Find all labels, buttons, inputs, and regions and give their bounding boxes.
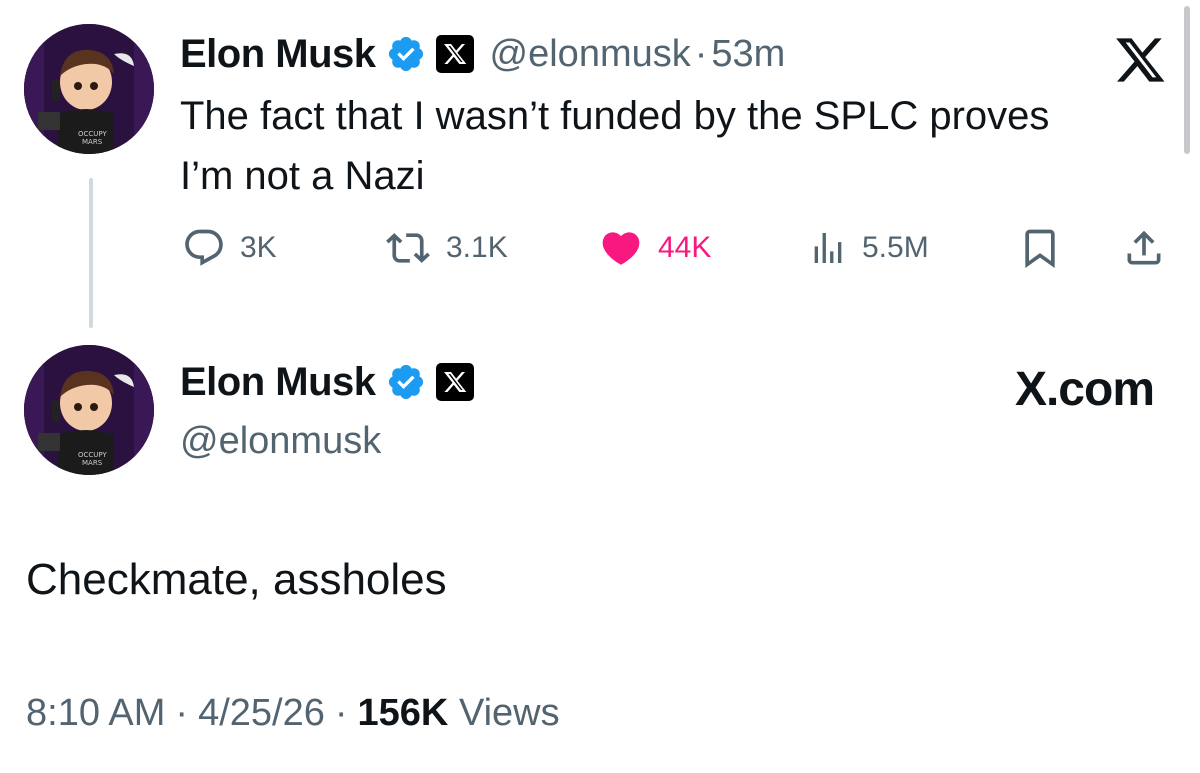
- reply-icon: [185, 229, 223, 266]
- author-handle[interactable]: @elonmusk: [180, 422, 381, 460]
- card-text: Checkmate, assholes: [26, 555, 447, 604]
- heart-icon: [602, 232, 640, 265]
- like-button[interactable]: 44K: [598, 226, 711, 270]
- repost-count: 3.1K: [446, 231, 508, 264]
- avatar-image: OCCUPY MARS: [24, 345, 154, 475]
- card-header: Elon Musk: [180, 362, 474, 402]
- repost-button[interactable]: 3.1K: [384, 226, 508, 270]
- x-logo-icon[interactable]: [1112, 34, 1168, 86]
- scrollbar[interactable]: [1184, 6, 1190, 154]
- separator-dot: ·: [334, 692, 348, 734]
- svg-text:MARS: MARS: [82, 459, 103, 467]
- views-count: 5.5M: [862, 231, 929, 264]
- like-count: 44K: [658, 231, 712, 264]
- separator-dot: ·: [694, 33, 708, 75]
- separator-dot: ·: [175, 692, 189, 734]
- reply-button[interactable]: 3K: [182, 226, 277, 270]
- reply-count: 3K: [240, 231, 277, 264]
- thread-connector-line: [89, 178, 93, 328]
- date[interactable]: 4/25/26: [198, 694, 325, 732]
- repost-icon: [386, 233, 430, 263]
- views-label: Views: [458, 692, 560, 734]
- tweet-header: Elon Musk @elonmusk · 53m: [180, 34, 785, 74]
- avatar[interactable]: OCCUPY MARS: [24, 345, 154, 475]
- tweet-meta: 8:10 AM · 4/25/26 · 156K Views: [26, 694, 560, 732]
- avatar[interactable]: OCCUPY MARS: [24, 24, 154, 154]
- tweet-text-line: I’m not a Nazi: [180, 154, 425, 198]
- share-icon[interactable]: [1122, 226, 1166, 270]
- bookmark-icon[interactable]: [1018, 226, 1062, 270]
- x-logo-icon: [435, 35, 474, 73]
- author-name[interactable]: Elon Musk: [180, 34, 376, 74]
- author-name[interactable]: Elon Musk: [180, 362, 376, 402]
- tweet-text-line: The fact that I wasn’t funded by the SPL…: [180, 94, 1050, 138]
- timestamp[interactable]: 8:10 AM: [26, 694, 165, 732]
- svg-text:MARS: MARS: [82, 138, 103, 146]
- brand-label: X.com: [1014, 363, 1155, 416]
- svg-text:OCCUPY: OCCUPY: [78, 130, 107, 138]
- tweet-text: The fact that I wasn’t funded by the SPL…: [180, 86, 1180, 206]
- views-count: 156K: [357, 692, 449, 734]
- tweet-time[interactable]: 53m: [711, 35, 785, 73]
- verified-badge-icon[interactable]: [386, 34, 426, 74]
- views-icon: [814, 233, 842, 263]
- verified-badge-icon[interactable]: [386, 362, 426, 402]
- views-button[interactable]: 5.5M: [808, 226, 929, 270]
- x-logo-icon: [435, 363, 474, 401]
- svg-text:OCCUPY: OCCUPY: [78, 451, 107, 459]
- avatar-image: OCCUPY MARS: [24, 24, 154, 154]
- author-handle[interactable]: @elonmusk: [490, 35, 691, 73]
